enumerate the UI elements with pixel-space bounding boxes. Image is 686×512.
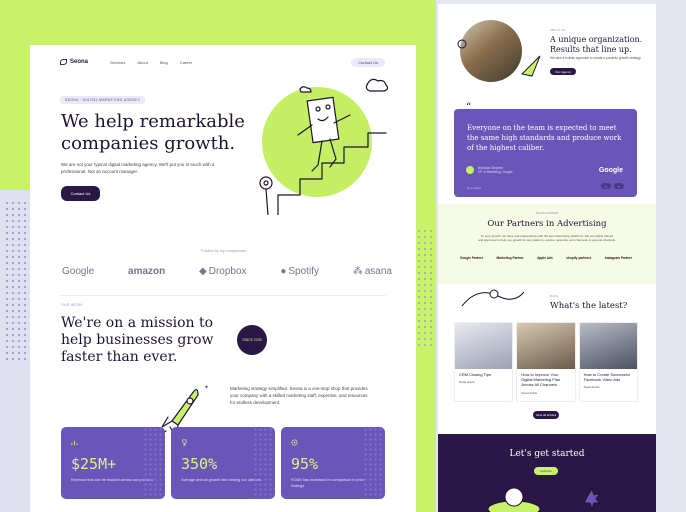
about-tag: ABOUT US — [550, 28, 566, 32]
read-link[interactable]: Read article — [517, 388, 574, 398]
about-title: A unique organization. Results that line… — [550, 35, 643, 54]
divider — [60, 295, 386, 296]
blog-image — [517, 323, 575, 369]
asana-logo: ⁂ asana — [353, 266, 392, 277]
latest-title: What's the latest? — [550, 301, 628, 311]
google-logo: Google — [62, 266, 95, 277]
nav-link-services[interactable]: Services — [110, 60, 125, 65]
dropbox-wordmark: Dropbox — [208, 266, 247, 277]
read-link[interactable]: Read article — [455, 377, 512, 387]
partner-logo: Apple Ads — [537, 256, 553, 260]
hero-title: We help remarkable companies growth. — [61, 111, 245, 154]
svg-text:✦: ✦ — [204, 384, 209, 391]
nav-link-about[interactable]: About — [137, 60, 147, 65]
partner-logo: Marketing Partner — [496, 256, 524, 260]
blog-image — [579, 323, 637, 369]
about-button[interactable]: Our Agency — [550, 68, 576, 75]
testimonial-quote: Everyone on the team is expected to meet… — [467, 124, 622, 152]
stat-card: $25M+ Revenue that can be tracked across… — [61, 427, 165, 499]
nav-link-career[interactable]: Career — [180, 60, 192, 65]
blog-image — [455, 323, 513, 369]
partner-logo: Instagram Partner — [604, 256, 632, 260]
top-nav: Seona Services About Blog Career Contact… — [60, 55, 385, 69]
slider-controls: ‹ › — [601, 183, 624, 189]
author-role: VP of Marketing, Google — [478, 170, 513, 175]
spotify-wordmark: Spotify — [288, 266, 319, 277]
contact-button[interactable]: Contact Us — [351, 57, 385, 67]
next-arrow-icon[interactable]: › — [614, 183, 624, 189]
latest-tag: BLOG — [550, 294, 559, 298]
nav-links: Services About Blog Career — [110, 60, 192, 65]
photo-doodles — [457, 39, 541, 77]
asana-icon: ⁂ — [352, 266, 363, 277]
since-badge: SINCE 2005 — [237, 325, 267, 355]
dot-pattern — [416, 228, 436, 348]
target-icon — [291, 439, 298, 446]
trusted-label: Trusted by top companies — [200, 248, 246, 253]
hero-lead: We are not your typical digital marketin… — [61, 162, 215, 174]
chart-icon — [71, 440, 78, 446]
dot-pattern — [4, 200, 32, 360]
testimonial-footer: Next client — [467, 186, 482, 190]
cta-button[interactable]: Let's Go — [534, 467, 558, 475]
read-link[interactable]: Read article — [580, 382, 637, 392]
dot-pattern — [143, 427, 165, 499]
brand-logo[interactable]: Seona — [60, 59, 88, 65]
brand-icon — [60, 59, 67, 65]
blog-title: How to Create Successful Facebook Video … — [583, 372, 630, 383]
dropbox-icon: ◆ — [199, 266, 207, 277]
view-all-button[interactable]: View all articles — [533, 411, 559, 419]
mission-title: We're on a mission to help businesses gr… — [61, 315, 214, 365]
brand-name: Seona — [70, 59, 89, 65]
spotify-icon: ● — [280, 266, 287, 277]
dot-pattern — [363, 427, 385, 499]
prev-arrow-icon[interactable]: ‹ — [601, 183, 611, 189]
partners-tag: SEONA EXPERT — [535, 211, 559, 215]
client-logos: Google amazon ◆ Dropbox ● Spotify ⁂ asana — [62, 266, 392, 277]
partner-logos: Google Partner Marketing Partner Apple A… — [460, 256, 632, 260]
dot-pattern — [253, 427, 275, 499]
cta-title: Let's get started — [509, 449, 585, 459]
mission-paragraph: Marketing strategy simplified. Seona is … — [230, 386, 368, 405]
blog-card[interactable]: CRM Closing Tips Read article — [454, 322, 514, 402]
partners-sub: To spur growth, we have real relationshi… — [478, 234, 616, 243]
company-logo: Google — [598, 167, 623, 174]
landing-page-preview: Seona Services About Blog Career Contact… — [30, 45, 416, 512]
testimonial-card: Everyone on the team is expected to meet… — [454, 109, 637, 197]
partner-logo: shopify partners — [566, 256, 592, 260]
partners-section-bg — [438, 204, 656, 284]
hero-illustration — [259, 78, 388, 215]
stat-card: 350% Average annual growth rate among ou… — [171, 427, 275, 499]
hero-pill: SEONA · DIGITAL MARKETING AGENCY — [60, 96, 146, 104]
mascot-doodle — [461, 289, 525, 307]
amazon-logo: amazon — [128, 266, 166, 277]
author-info: Nicholas Stephen VP of Marketing, Google — [478, 166, 513, 174]
stat-card: 95% ROAS has increased in comparison to … — [281, 427, 385, 499]
asana-wordmark: asana — [364, 266, 392, 277]
avatar — [466, 166, 474, 175]
nav-link-blog[interactable]: Blog — [160, 60, 168, 65]
about-sub: We take a holistic approach to create a … — [550, 56, 642, 60]
blog-title: How to Improve Your Digital Marketing Pl… — [521, 372, 561, 388]
partners-title: Our Partners in Advertising — [487, 219, 607, 229]
blog-card[interactable]: How to Create Successful Facebook Video … — [578, 322, 638, 402]
blog-cards: CRM Closing Tips Read article How to Imp… — [454, 322, 638, 402]
dropbox-logo: ◆ Dropbox — [199, 266, 247, 277]
blog-title: CRM Closing Tips — [459, 372, 492, 377]
blog-card[interactable]: How to Improve Your Digital Marketing Pl… — [516, 322, 576, 402]
spotify-logo: ● Spotify — [280, 266, 319, 277]
mission-tag: OUR WORK — [61, 303, 84, 307]
stats-row: $25M+ Revenue that can be tracked across… — [61, 427, 385, 499]
landing-page-preview-continued: ABOUT US A unique organization. Results … — [438, 4, 656, 512]
hero-contact-button[interactable]: Contact Us — [61, 186, 100, 201]
partner-logo: Google Partner — [460, 256, 484, 260]
trophy-icon — [182, 439, 187, 446]
cta-illustration — [487, 487, 602, 512]
testimonial-author: Nicholas Stephen VP of Marketing, Google — [466, 166, 513, 175]
